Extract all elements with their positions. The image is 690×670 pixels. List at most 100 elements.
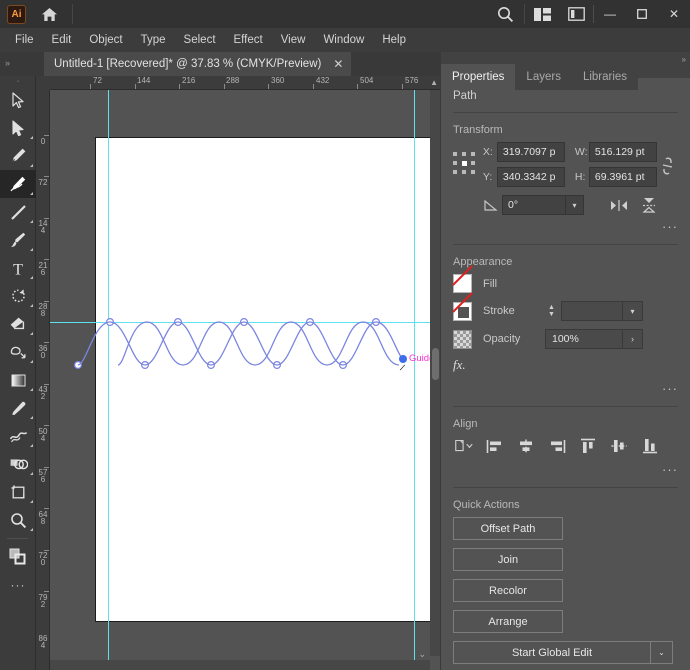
appearance-more-options-icon[interactable]: ··· xyxy=(441,381,690,396)
menu-file[interactable]: File xyxy=(6,31,43,49)
line-segment-tool[interactable] xyxy=(0,198,36,226)
align-vertical-center-icon[interactable] xyxy=(608,436,630,456)
constrain-proportions-broken-icon[interactable] xyxy=(657,156,678,176)
menu-edit[interactable]: Edit xyxy=(43,31,81,49)
shape-builder-tool[interactable] xyxy=(0,450,36,478)
width-tool[interactable] xyxy=(0,422,36,450)
stroke-weight-input[interactable] xyxy=(561,301,623,321)
flip-vertical-icon[interactable] xyxy=(642,197,656,213)
arrange-documents-icon[interactable] xyxy=(525,0,559,28)
fx-button[interactable]: fx. xyxy=(453,357,678,373)
tab-layers[interactable]: Layers xyxy=(515,64,572,90)
ruler-collapse-arrow-icon[interactable]: ▲ xyxy=(430,78,438,87)
opacity-input[interactable]: 100% xyxy=(545,329,623,349)
curvature-tool[interactable] xyxy=(0,170,36,198)
home-icon[interactable] xyxy=(36,1,62,27)
vertical-ruler[interactable]: 0 72 144 216 288 360 432 504 576 648 720… xyxy=(36,90,50,670)
fill-swatch[interactable] xyxy=(453,274,472,293)
stroke-weight-stepper[interactable]: ▲ ▼ xyxy=(545,304,558,318)
document-tab[interactable]: Untitled-1 [Recovered]* @ 37.83 % (CMYK/… xyxy=(44,52,352,76)
reference-point-selector[interactable] xyxy=(453,152,478,178)
menu-window[interactable]: Window xyxy=(314,31,373,49)
width-input[interactable]: 516.129 pt xyxy=(588,142,657,162)
offset-path-button[interactable]: Offset Path xyxy=(453,517,563,540)
artboard-scene[interactable]: ⟋ Guide xyxy=(50,90,440,670)
join-button[interactable]: Join xyxy=(453,548,563,571)
align-top-icon[interactable] xyxy=(577,436,599,456)
align-horizontal-center-icon[interactable] xyxy=(515,436,537,456)
stroke-swatch[interactable] xyxy=(453,301,472,321)
gradient-tool[interactable] xyxy=(0,366,36,394)
opacity-row: Opacity 100% › xyxy=(453,329,678,349)
menu-effect[interactable]: Effect xyxy=(225,31,272,49)
panel-expand-chevrons-icon[interactable]: » xyxy=(5,58,10,68)
edit-toolbar-more-icon[interactable]: ··· xyxy=(0,571,36,599)
direct-selection-tool[interactable] xyxy=(0,114,36,142)
scale-tool[interactable] xyxy=(0,338,36,366)
eraser-tool[interactable] xyxy=(0,310,36,338)
canvas-horizontal-scrollbar[interactable] xyxy=(50,660,430,670)
flip-horizontal-icon[interactable] xyxy=(610,199,628,212)
align-more-options-icon[interactable]: ··· xyxy=(441,462,690,477)
guide-vertical-left[interactable] xyxy=(108,90,109,670)
global-edit-options-icon[interactable]: ⌄ xyxy=(651,641,673,664)
close-button[interactable]: ✕ xyxy=(658,0,690,28)
align-left-icon[interactable] xyxy=(484,436,506,456)
stroke-weight-dropdown-icon[interactable]: ▾ xyxy=(623,301,643,321)
y-input[interactable]: 340.3342 p xyxy=(496,167,565,187)
tool-group-corner-icon xyxy=(30,416,33,419)
selection-tool[interactable] xyxy=(0,86,36,114)
canvas-vertical-scrollbar-thumb[interactable] xyxy=(432,348,439,380)
zoom-tool[interactable] xyxy=(0,506,36,534)
type-tool[interactable]: T xyxy=(0,254,36,282)
artboard[interactable] xyxy=(95,137,440,622)
search-icon[interactable] xyxy=(488,0,522,28)
start-global-edit-button[interactable]: Start Global Edit xyxy=(453,641,651,664)
tab-properties[interactable]: Properties xyxy=(441,64,516,90)
workspace-switcher-icon[interactable] xyxy=(559,0,593,28)
section-divider-4 xyxy=(453,487,678,488)
panel-collapse-chevrons-icon[interactable]: » xyxy=(682,55,687,64)
transform-more-options-icon[interactable]: ··· xyxy=(441,219,690,234)
svg-text:T: T xyxy=(13,261,23,277)
rotation-angle-input[interactable]: 0° xyxy=(502,195,566,215)
properties-panel: » Properties Layers Libraries Path Trans… xyxy=(440,52,690,670)
rotate-tool[interactable] xyxy=(0,282,36,310)
canvas-scroll-down-chevron-icon[interactable]: ⌄ xyxy=(418,649,426,660)
fill-stroke-swatch[interactable] xyxy=(0,543,36,571)
menu-help[interactable]: Help xyxy=(373,31,415,49)
eyedropper-tool[interactable] xyxy=(0,394,36,422)
document-tab-close-icon[interactable]: ✕ xyxy=(333,57,343,71)
pen-tool[interactable] xyxy=(0,142,36,170)
paintbrush-tool[interactable] xyxy=(0,226,36,254)
arrange-button[interactable]: Arrange xyxy=(453,610,563,633)
opacity-swatch[interactable] xyxy=(453,329,472,349)
recolor-button[interactable]: Recolor xyxy=(453,579,563,602)
path-endpoint-anchor[interactable] xyxy=(399,355,407,363)
x-input[interactable]: 319.7097 p xyxy=(496,142,565,162)
hruler-label: 216 xyxy=(182,76,196,85)
align-title: Align xyxy=(453,418,478,430)
ruler-origin-corner[interactable] xyxy=(36,76,50,90)
canvas-vertical-scrollbar[interactable] xyxy=(430,90,440,656)
tab-libraries[interactable]: Libraries xyxy=(571,64,639,90)
minimize-button[interactable]: — xyxy=(594,0,626,28)
horizontal-ruler[interactable]: 72 144 216 288 360 432 504 576 ▲ xyxy=(36,76,440,90)
align-right-icon[interactable] xyxy=(546,436,568,456)
guide-vertical-right[interactable] xyxy=(414,90,415,670)
toolbar-grip[interactable]: ·· xyxy=(0,76,35,86)
height-input[interactable]: 69.3961 pt xyxy=(588,167,657,187)
menu-type[interactable]: Type xyxy=(132,31,175,49)
menu-object[interactable]: Object xyxy=(80,31,131,49)
vruler-label: 720 xyxy=(38,551,48,567)
rotation-angle-dropdown-icon[interactable]: ▾ xyxy=(566,195,584,215)
x-label: X: xyxy=(482,146,493,158)
menu-select[interactable]: Select xyxy=(175,31,225,49)
guide-horizontal[interactable] xyxy=(50,322,440,323)
artboard-tool[interactable] xyxy=(0,478,36,506)
align-bottom-icon[interactable] xyxy=(639,436,661,456)
align-to-selection-icon[interactable] xyxy=(453,436,475,456)
menu-view[interactable]: View xyxy=(272,31,315,49)
opacity-options-icon[interactable]: › xyxy=(623,329,643,349)
maximize-button[interactable] xyxy=(626,0,658,28)
